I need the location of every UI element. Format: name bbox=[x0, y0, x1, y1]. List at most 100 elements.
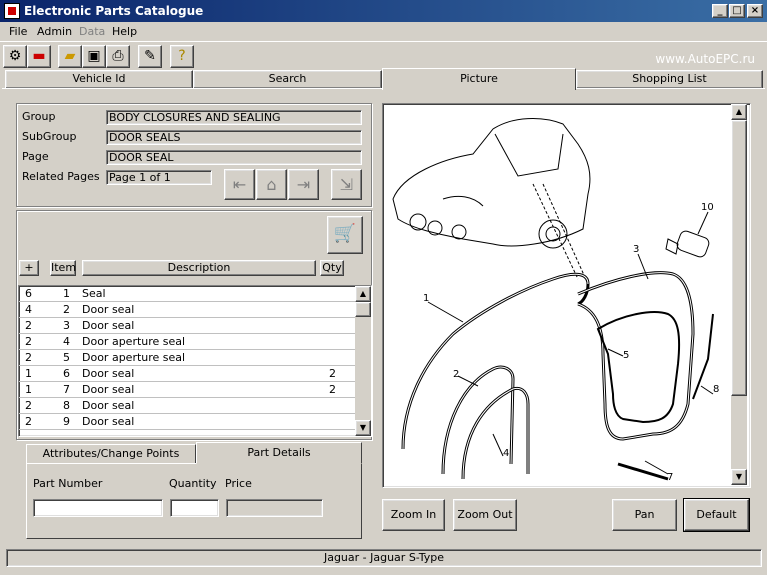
table-row[interactable]: 1 7 Door seal 2 bbox=[19, 382, 355, 398]
app-icon bbox=[4, 3, 20, 19]
tab-vehicle-id[interactable]: Vehicle Id bbox=[5, 70, 193, 88]
car-icon[interactable]: ▬ bbox=[27, 45, 51, 68]
column-description-header[interactable]: Description bbox=[82, 260, 316, 276]
minimize-button[interactable]: _ bbox=[712, 4, 728, 18]
callout-5: 5 bbox=[623, 350, 629, 361]
row-item-cell: 1 bbox=[63, 287, 70, 300]
table-row[interactable]: 2 3 Door seal bbox=[19, 318, 355, 334]
subgroup-field: DOOR SEALS bbox=[106, 130, 362, 145]
row-count-cell: 2 bbox=[25, 351, 32, 364]
maximize-button[interactable]: □ bbox=[729, 4, 745, 18]
related-pages-field: Page 1 of 1 bbox=[106, 170, 212, 185]
column-qty-header[interactable]: Qty bbox=[320, 260, 344, 276]
scroll-thumb[interactable] bbox=[355, 302, 371, 317]
row-description-cell: Seal bbox=[82, 287, 106, 300]
tab-picture[interactable]: Picture bbox=[382, 68, 576, 90]
row-description-cell: Door seal bbox=[82, 367, 135, 380]
callout-10: 10 bbox=[701, 202, 714, 213]
table-row[interactable]: 4 2 Door seal bbox=[19, 302, 355, 318]
page-label: Page bbox=[22, 150, 49, 163]
window-title: Electronic Parts Catalogue bbox=[24, 4, 204, 18]
tab-shopping-list[interactable]: Shopping List bbox=[576, 70, 763, 88]
default-button[interactable]: Default bbox=[683, 498, 750, 532]
toolbar: ⚙ ▬ ▰ ▣ ⎙ ✎ ? www.AutoEPC.ru bbox=[0, 41, 767, 69]
part-number-field[interactable] bbox=[33, 499, 163, 517]
callout-8: 8 bbox=[713, 384, 719, 395]
row-count-cell: 6 bbox=[25, 287, 32, 300]
save-icon[interactable]: ▣ bbox=[82, 45, 106, 68]
row-count-cell: 2 bbox=[25, 319, 32, 332]
vehicle-tool-icon[interactable]: ⚙ bbox=[3, 45, 27, 68]
menu-admin[interactable]: Admin bbox=[37, 25, 72, 38]
part-number-label: Part Number bbox=[33, 477, 103, 490]
callout-2: 2 bbox=[453, 369, 459, 380]
seal-3 bbox=[577, 271, 695, 441]
row-item-cell: 6 bbox=[63, 367, 70, 380]
row-count-cell: 2 bbox=[25, 335, 32, 348]
row-description-cell: Door aperture seal bbox=[82, 351, 186, 364]
zoom-out-button[interactable]: Zoom Out bbox=[453, 499, 517, 531]
menu-help[interactable]: Help bbox=[112, 25, 137, 38]
row-item-cell: 4 bbox=[63, 335, 70, 348]
menu-file[interactable]: File bbox=[9, 25, 27, 38]
row-count-cell: 1 bbox=[25, 383, 32, 396]
picture-v-scrollbar[interactable]: ▲ ▼ bbox=[731, 104, 747, 485]
close-button[interactable]: × bbox=[747, 4, 763, 18]
row-count-cell: 1 bbox=[25, 367, 32, 380]
page-field: DOOR SEAL bbox=[106, 150, 362, 165]
scroll-down-button[interactable]: ▼ bbox=[355, 420, 371, 436]
table-row[interactable]: 6 1 Seal bbox=[19, 286, 355, 302]
picture-scroll-thumb[interactable] bbox=[731, 120, 747, 396]
tab-attributes[interactable]: Attributes/Change Points bbox=[26, 444, 196, 464]
previous-page-icon[interactable]: ⇤ bbox=[224, 169, 255, 200]
row-item-cell: 7 bbox=[63, 383, 70, 396]
help-icon[interactable]: ? bbox=[170, 45, 194, 68]
row-description-cell: Door seal bbox=[82, 303, 135, 316]
menu-bar: File Admin Data Help bbox=[0, 22, 767, 41]
table-row[interactable]: 1 6 Door seal 2 bbox=[19, 366, 355, 382]
row-description-cell: Door seal bbox=[82, 415, 135, 428]
home-page-icon[interactable]: ⌂ bbox=[256, 169, 287, 200]
row-qty-cell: 2 bbox=[329, 367, 336, 380]
menu-data: Data bbox=[79, 25, 106, 38]
door-seal-diagram: 1 2 3 4 5 7 8 10 bbox=[392, 118, 719, 483]
print-icon[interactable]: ⎙ bbox=[106, 45, 130, 68]
tab-search[interactable]: Search bbox=[193, 70, 382, 88]
callout-4: 4 bbox=[503, 448, 509, 459]
row-description-cell: Door seal bbox=[82, 319, 135, 332]
price-field bbox=[226, 499, 323, 517]
add-to-cart-icon[interactable]: 🛒 bbox=[327, 216, 363, 254]
callout-3: 3 bbox=[633, 244, 639, 255]
row-count-cell: 2 bbox=[25, 415, 32, 428]
picture-viewport[interactable]: 1 2 3 4 5 7 8 10 ▲ ▼ bbox=[382, 103, 751, 488]
table-row[interactable]: 2 9 Door seal bbox=[19, 414, 355, 430]
zoom-in-button[interactable]: Zoom In bbox=[382, 499, 445, 531]
callout-7: 7 bbox=[667, 472, 673, 483]
attach-icon[interactable]: ✎ bbox=[138, 45, 162, 68]
column-item-header[interactable]: Item bbox=[50, 260, 76, 276]
tab-part-details[interactable]: Part Details bbox=[196, 442, 362, 464]
open-folder-icon[interactable]: ▰ bbox=[58, 45, 82, 68]
subgroup-label: SubGroup bbox=[22, 130, 77, 143]
table-row[interactable]: 2 5 Door aperture seal bbox=[19, 350, 355, 366]
scroll-up-button[interactable]: ▲ bbox=[355, 286, 371, 302]
jump-page-icon[interactable]: ⇲ bbox=[331, 169, 362, 200]
clip-10 bbox=[676, 230, 710, 258]
table-row[interactable]: 2 4 Door aperture seal bbox=[19, 334, 355, 350]
pan-button[interactable]: Pan bbox=[612, 499, 677, 531]
select-all-button[interactable]: + bbox=[19, 260, 39, 276]
price-label: Price bbox=[225, 477, 252, 490]
quantity-field[interactable] bbox=[170, 499, 219, 517]
picture-scroll-up-button[interactable]: ▲ bbox=[731, 104, 747, 120]
row-count-cell: 4 bbox=[25, 303, 32, 316]
callout-1: 1 bbox=[423, 293, 429, 304]
table-row[interactable]: 2 8 Door seal bbox=[19, 398, 355, 414]
row-description-cell: Door seal bbox=[82, 383, 135, 396]
row-item-cell: 9 bbox=[63, 415, 70, 428]
parts-scrollbar[interactable]: ▲ ▼ bbox=[355, 286, 371, 436]
related-pages-label: Related Pages bbox=[22, 170, 100, 183]
row-item-cell: 8 bbox=[63, 399, 70, 412]
row-item-cell: 5 bbox=[63, 351, 70, 364]
next-page-icon[interactable]: ⇥ bbox=[288, 169, 319, 200]
picture-scroll-down-button[interactable]: ▼ bbox=[731, 469, 747, 485]
